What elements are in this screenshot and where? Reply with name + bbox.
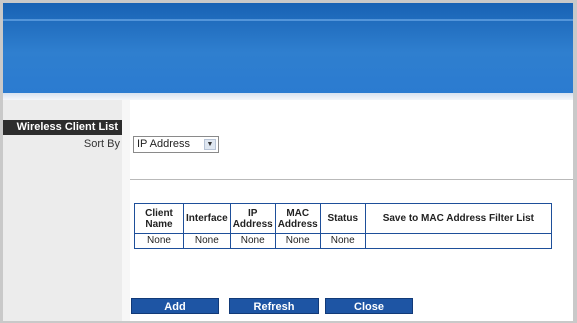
- cell-ip-address: None: [229, 233, 276, 249]
- refresh-button[interactable]: Refresh: [229, 298, 319, 314]
- wireless-client-table: Client Name Interface IP Address MAC Add…: [134, 203, 553, 249]
- cell-client-name: None: [134, 233, 184, 249]
- col-interface: Interface: [183, 203, 231, 234]
- cell-status: None: [319, 233, 366, 249]
- table-header-row: Client Name Interface IP Address MAC Add…: [134, 203, 553, 234]
- col-save-to-filter: Save to MAC Address Filter List: [364, 203, 553, 234]
- header-banner: [3, 3, 573, 93]
- cell-save-to-filter: [364, 233, 553, 249]
- chevron-down-icon[interactable]: ▼: [204, 139, 216, 150]
- col-mac-address: MAC Address: [274, 203, 321, 234]
- cell-mac-address: None: [274, 233, 321, 249]
- banner-divider: [3, 19, 573, 21]
- router-page: Wireless Client List Sort By IP Address …: [3, 3, 573, 321]
- col-client-name: Client Name: [134, 203, 184, 234]
- add-button[interactable]: Add: [131, 298, 219, 314]
- sort-by-select[interactable]: IP Address ▼: [133, 136, 219, 153]
- col-ip-address: IP Address: [229, 203, 276, 234]
- section-title: Wireless Client List: [3, 120, 122, 135]
- col-status: Status: [319, 203, 366, 234]
- table-row: None None None None None: [134, 233, 553, 249]
- sidebar-edge: [122, 100, 130, 321]
- banner-bottom-strip: [3, 93, 573, 100]
- sort-by-selected-value: IP Address: [137, 138, 190, 150]
- cell-interface: None: [183, 233, 231, 249]
- close-button[interactable]: Close: [325, 298, 413, 314]
- content-divider: [130, 179, 573, 180]
- sort-by-label: Sort By: [83, 138, 120, 150]
